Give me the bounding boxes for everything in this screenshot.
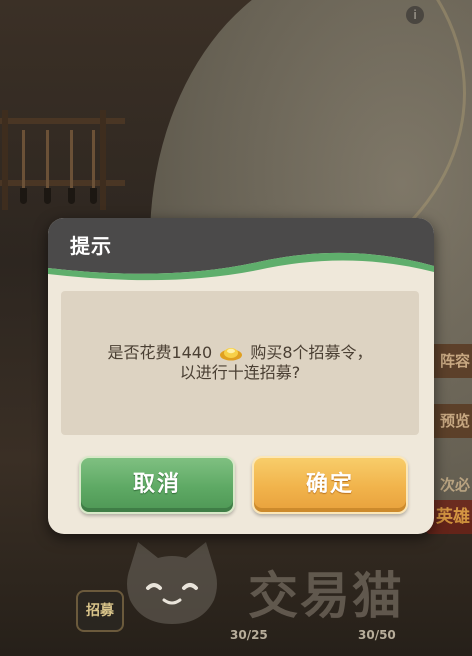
confirm-button[interactable]: 确定 [252, 456, 408, 514]
gold-ingot-icon [220, 348, 243, 361]
message-recruit-text: 以进行十连招募? [179, 363, 301, 382]
cat-logo-icon [127, 542, 217, 624]
info-icon[interactable]: i [406, 6, 424, 24]
message-cost-text: 是否花费1440 [107, 343, 213, 362]
message-purchase-text: 购买8个招募令， [250, 343, 373, 362]
watermark: 交易猫 [120, 532, 450, 642]
dialog-title: 提示 [70, 234, 112, 258]
dialog-message-panel: 是否花费1440 购买8个招募令， 以进行十连招募? [61, 291, 419, 435]
dialog-message: 是否花费1440 购买8个招募令， 以进行十连招募? [61, 343, 419, 383]
cancel-button[interactable]: 取消 [79, 456, 235, 514]
brush-rack-decoration [0, 110, 125, 210]
confirm-dialog: 提示 是否花费1440 购买8个招募令， 以进行十连招募? 取消 确定 [48, 218, 434, 534]
recruit-badge[interactable]: 招募 [76, 590, 124, 632]
watermark-text: 交易猫 [248, 567, 404, 625]
